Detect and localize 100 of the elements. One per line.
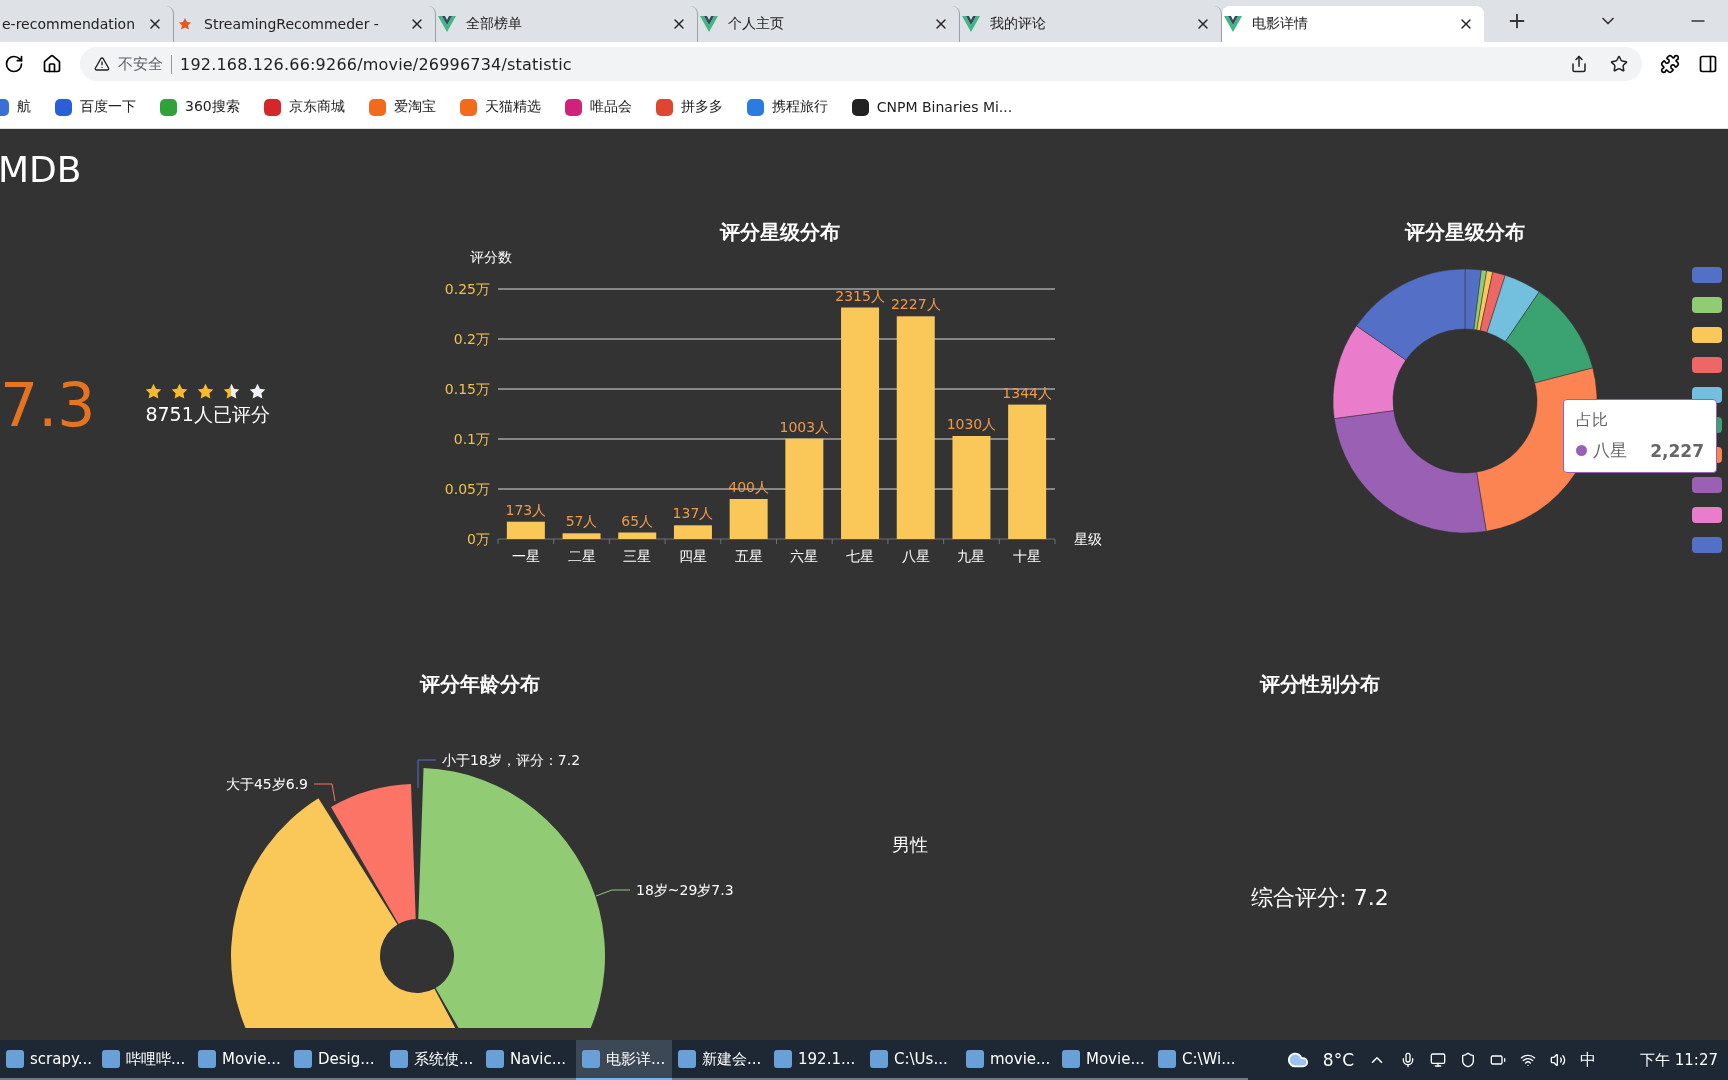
axis-label: 二星	[567, 548, 596, 564]
taskbar-app[interactable]: 哔哩哔...	[96, 1040, 192, 1080]
axis-label: 四星	[678, 548, 707, 564]
taskbar-app[interactable]: 系统使...	[384, 1040, 480, 1080]
app-icon	[774, 1050, 792, 1068]
bookmark[interactable]: 航	[0, 98, 31, 116]
axis-label: 0.1万	[453, 431, 490, 447]
bookmark[interactable]: 百度一下	[55, 98, 136, 116]
value-label: 65人	[621, 512, 654, 529]
value-label: 2315人	[835, 287, 885, 304]
clock[interactable]: 下午 11:27	[1640, 1050, 1718, 1070]
value-label: 1030人	[946, 416, 997, 432]
weather-text: 8°C	[1322, 1050, 1354, 1070]
v-logo-icon	[1224, 16, 1242, 32]
star-outline-icon[interactable]	[1610, 55, 1628, 73]
axis-label: 0.2万	[453, 331, 490, 347]
app-icon	[294, 1050, 312, 1068]
star-icon	[223, 382, 241, 400]
wifi-icon[interactable]	[1520, 1052, 1536, 1068]
taskbar-app[interactable]: Movie...	[1056, 1040, 1152, 1080]
app-icon	[870, 1050, 888, 1068]
leader-line	[595, 889, 631, 897]
site-logo[interactable]: MDB	[0, 149, 440, 190]
bookmark[interactable]: 拼多多	[655, 98, 723, 116]
battery-icon[interactable]	[1490, 1052, 1506, 1068]
legend-key[interactable]	[1692, 357, 1722, 373]
browser-tab[interactable]: 电影详情	[1222, 6, 1484, 42]
monitor-icon[interactable]	[1430, 1052, 1446, 1068]
leader-line	[417, 759, 437, 789]
url-text: 192.168.126.66:9266/movie/26996734/statistic	[180, 54, 572, 74]
app-icon	[198, 1050, 216, 1068]
app-icon	[390, 1050, 408, 1068]
app-icon	[678, 1050, 696, 1068]
bookmark[interactable]: 唯品会	[564, 98, 632, 116]
bookmark[interactable]: 天猫精选	[459, 98, 541, 116]
warning-icon	[94, 56, 110, 72]
address-bar[interactable]: 不安全 192.168.126.66:9266/movie/26996734/statistic	[80, 47, 1642, 81]
volume-icon[interactable]	[1550, 1052, 1566, 1068]
taskbar-app[interactable]: 电影详...	[576, 1040, 672, 1080]
value-label: 1344人	[1002, 384, 1052, 401]
taskbar-app[interactable]: Desig...	[288, 1040, 384, 1080]
leader-line	[313, 783, 336, 802]
home-icon[interactable]	[42, 54, 62, 74]
star-icon	[145, 382, 163, 400]
axis-label: 七星	[846, 548, 875, 564]
bar	[562, 533, 601, 539]
axis-label: 0.25万	[444, 281, 490, 297]
v-logo-icon	[438, 16, 456, 32]
gender-label: 男性	[892, 833, 928, 857]
taskbar-app[interactable]: 192.1...	[768, 1040, 864, 1080]
tooltip-value: 2,227	[1650, 440, 1704, 461]
bookmark[interactable]: CNPM Binaries Mi...	[851, 98, 1013, 116]
axis-label: 十星	[1013, 548, 1042, 564]
slice-label: 18岁~29岁7.3	[636, 882, 734, 898]
star-logo-icon	[176, 17, 194, 31]
taskbar-app[interactable]: scrapy...	[0, 1040, 96, 1080]
value-label: 1003人	[779, 418, 830, 435]
legend-key[interactable]	[1692, 327, 1722, 343]
shield-icon[interactable]	[1460, 1052, 1476, 1068]
legend-key[interactable]	[1692, 507, 1722, 523]
star-icon	[197, 382, 215, 400]
star-icon	[171, 382, 189, 400]
ime-indicator[interactable]: 中	[1580, 1049, 1596, 1071]
side-panel-icon[interactable]	[1698, 54, 1718, 74]
bar	[618, 532, 657, 539]
taskbar-app[interactable]: C:\Us...	[864, 1040, 960, 1080]
taskbar-app[interactable]: C:\Wi...	[1152, 1040, 1248, 1080]
chart-title: 评分星级分布	[720, 219, 840, 246]
axis-label: 0万	[467, 531, 490, 547]
legend-key[interactable]	[1692, 297, 1722, 313]
app-icon	[966, 1050, 984, 1068]
bookmark[interactable]: 360搜索	[160, 98, 240, 116]
reload-icon[interactable]	[4, 54, 24, 74]
chart-title: 评分年龄分布	[420, 671, 540, 698]
security-label: 不安全	[118, 54, 172, 74]
bookmark[interactable]: 京东商城	[263, 98, 345, 116]
app-icon	[582, 1050, 600, 1068]
value-label: 173人	[505, 501, 547, 518]
bar	[673, 525, 712, 539]
bookmark[interactable]: 爱淘宝	[368, 98, 436, 116]
value-label: 2227人	[890, 296, 941, 313]
rating-count: 8751人已评分	[145, 401, 270, 427]
axis-label: 0.15万	[444, 381, 490, 397]
axis-label: 五星	[734, 548, 763, 564]
tooltip-title: 占比	[1576, 410, 1609, 431]
rating-score: 7.3	[0, 375, 96, 435]
taskbar-app[interactable]: Movie...	[192, 1040, 288, 1080]
axis-label: 六星	[790, 548, 819, 564]
star-icon	[249, 382, 267, 400]
share-icon[interactable]	[1570, 55, 1588, 73]
bookmark[interactable]: 携程旅行	[746, 98, 828, 116]
puzzle-icon[interactable]	[1660, 54, 1680, 74]
taskbar-app[interactable]: movie...	[960, 1040, 1056, 1080]
bar	[729, 499, 768, 539]
taskbar-app[interactable]: 新建会...	[672, 1040, 768, 1080]
value-label: 137人	[672, 505, 714, 522]
value-label: 400人	[728, 479, 769, 495]
app-icon	[1062, 1050, 1080, 1068]
v-logo-icon	[700, 16, 718, 32]
mic-icon[interactable]	[1400, 1052, 1416, 1068]
